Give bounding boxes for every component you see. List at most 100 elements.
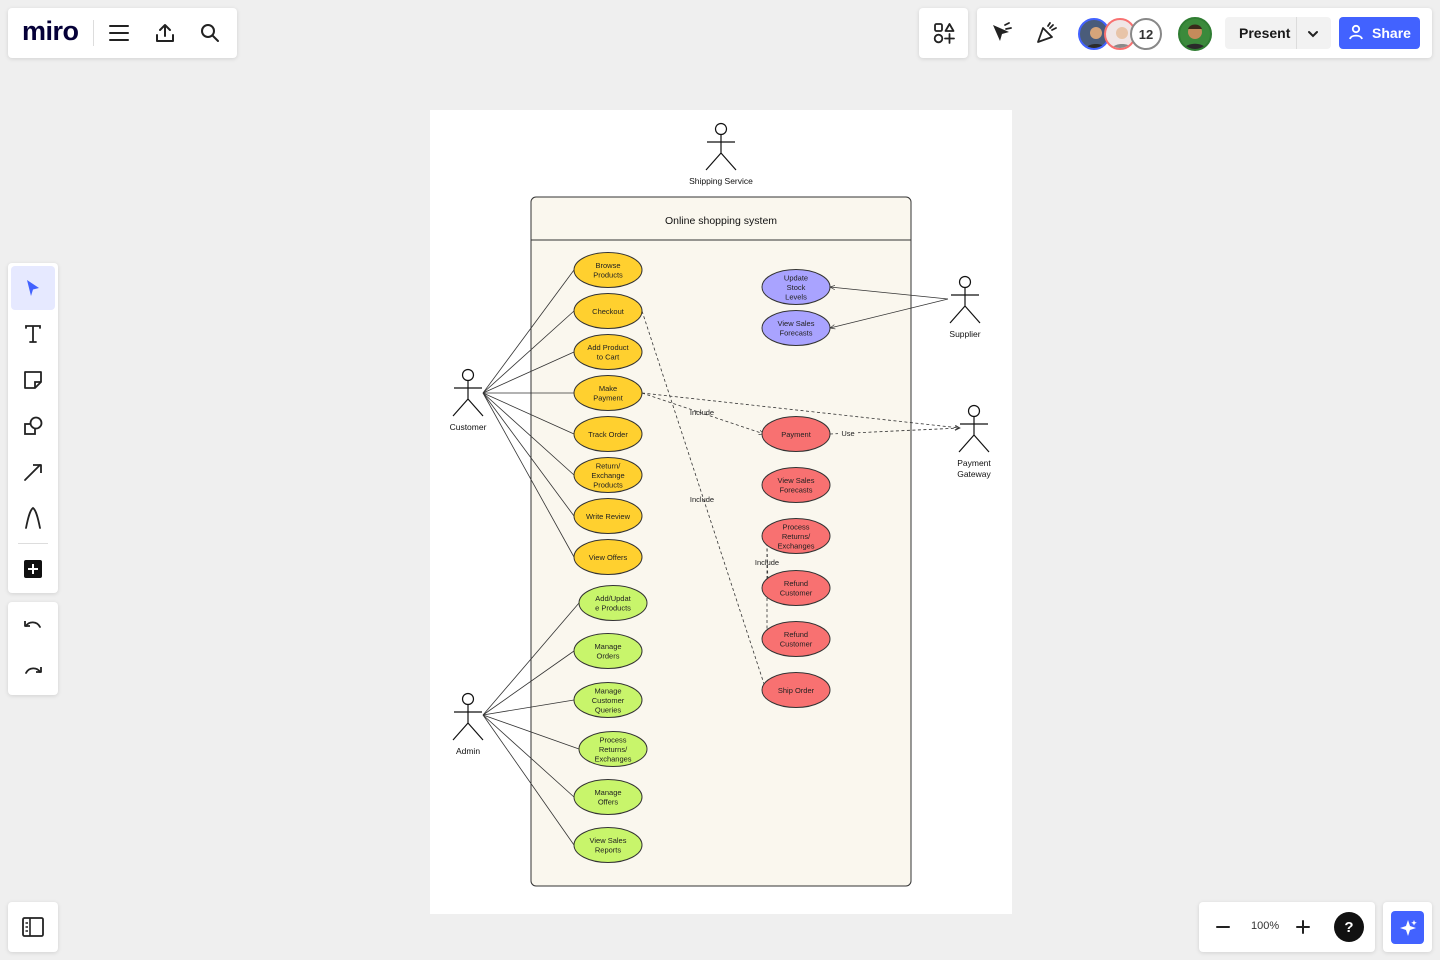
zoom-level[interactable]: 100% xyxy=(1251,920,1279,932)
current-user-avatar[interactable] xyxy=(1178,17,1212,51)
system-usecase[interactable]: RefundCustomer xyxy=(761,621,831,657)
use-case-diagram[interactable]: Online shopping system BrowseProductsChe… xyxy=(430,110,1012,914)
actor-admin[interactable]: Admin xyxy=(452,692,484,757)
sticky-note-tool[interactable] xyxy=(11,358,55,402)
actor-body xyxy=(949,287,981,324)
system-usecase[interactable]: RefundCustomer xyxy=(761,570,831,606)
usecase-label: Forecasts xyxy=(780,486,813,495)
customer-usecase[interactable]: Add Productto Cart xyxy=(573,334,643,370)
collaborator-count-badge[interactable]: 12 xyxy=(1130,18,1162,50)
usecase-label: Products xyxy=(593,480,623,489)
customer-usecase[interactable]: Track Order xyxy=(573,416,643,452)
help-label: ? xyxy=(1344,918,1354,936)
actor-head xyxy=(967,404,981,418)
actor-payment-gateway[interactable]: PaymentGateway xyxy=(957,404,992,480)
usecase-label: Exchanges xyxy=(594,754,631,763)
usecase-label: Orders xyxy=(597,652,620,661)
sidebar-icon[interactable] xyxy=(13,907,53,947)
chevron-down-icon[interactable] xyxy=(1307,27,1319,45)
usecase-label: Process xyxy=(782,522,809,531)
usecase-label: Exchange xyxy=(591,471,624,480)
usecase-label: Update xyxy=(784,273,808,282)
usecase-label: View Sales xyxy=(778,476,815,485)
text-tool[interactable] xyxy=(11,312,55,356)
supplier-usecase[interactable]: View SalesForecasts xyxy=(761,310,831,346)
admin-usecase[interactable]: ManageCustomerQueries xyxy=(573,682,643,718)
upload-icon[interactable] xyxy=(145,13,185,53)
actor-label: Gateway xyxy=(957,469,991,479)
customer-usecase[interactable]: Return/ExchangeProducts xyxy=(573,457,643,493)
usecase-label: Products xyxy=(593,271,623,280)
usecase-label: Stock xyxy=(787,283,806,292)
system-usecase[interactable]: Ship Order xyxy=(761,672,831,708)
diagram-frame[interactable]: Online shopping system Browse Products Che… xyxy=(430,110,1012,914)
actor-customer[interactable]: Customer xyxy=(450,368,487,433)
customer-usecase[interactable]: Checkout xyxy=(573,293,643,329)
customer-usecase[interactable]: MakePayment xyxy=(573,375,643,411)
admin-usecase[interactable]: ManageOrders xyxy=(573,633,643,669)
supplier-usecase[interactable]: UpdateStockLevels xyxy=(761,269,831,305)
pen-tool[interactable] xyxy=(11,496,55,540)
customer-usecase[interactable]: BrowseProducts xyxy=(573,252,643,288)
reaction-cursor-icon[interactable] xyxy=(981,13,1021,53)
zoom-in-icon[interactable] xyxy=(1283,907,1323,947)
system-usecase[interactable]: View SalesForecasts xyxy=(761,467,831,503)
share-label: Share xyxy=(1372,25,1411,41)
redo-icon[interactable] xyxy=(11,650,55,694)
miro-logo[interactable]: miro xyxy=(22,16,79,47)
usecase-label: Process xyxy=(599,735,626,744)
menu-icon[interactable] xyxy=(99,13,139,53)
actor-head xyxy=(461,692,475,706)
left-toolbar xyxy=(8,263,58,593)
actor-head xyxy=(714,122,728,136)
more-tools-icon[interactable] xyxy=(11,547,55,591)
actor-label: Payment xyxy=(957,458,991,468)
top-left-toolbar: miro xyxy=(8,8,237,58)
admin-usecase[interactable]: ManageOffers xyxy=(573,779,643,815)
usecase-label: Payment xyxy=(781,430,812,439)
connector-tool[interactable] xyxy=(11,450,55,494)
usecase-label: Write Review xyxy=(586,512,631,521)
celebrate-icon[interactable] xyxy=(1027,13,1067,53)
sparkle-icon[interactable] xyxy=(1391,911,1424,944)
system-usecase[interactable]: ProcessReturns/Exchanges xyxy=(761,518,831,554)
usecase-label: Ship Order xyxy=(778,686,815,695)
admin-usecase[interactable]: View SalesReports xyxy=(573,827,643,863)
relation-label: Include xyxy=(690,495,714,504)
actor-supplier[interactable]: Supplier xyxy=(949,275,981,340)
usecase-label: Customer xyxy=(780,589,813,598)
usecase-label: Returns/ xyxy=(599,745,628,754)
select-tool[interactable] xyxy=(11,266,55,310)
shapes-tool[interactable] xyxy=(11,404,55,448)
admin-usecase[interactable]: Add/Update Products xyxy=(578,585,648,621)
usecase-label: View Sales xyxy=(590,836,627,845)
usecase-label: Payment xyxy=(593,394,624,403)
usecase-label: Customer xyxy=(780,640,813,649)
help-button[interactable]: ? xyxy=(1334,912,1364,942)
present-button[interactable]: Present xyxy=(1225,17,1331,49)
zoom-out-icon[interactable] xyxy=(1203,907,1243,947)
actor-label: Customer xyxy=(450,422,487,432)
usecase-label: Manage xyxy=(594,788,621,797)
usecase-label: Browse xyxy=(595,261,620,270)
board-panel-toggle xyxy=(8,902,58,952)
customer-usecase[interactable]: Write Review xyxy=(573,498,643,534)
usecase-label: Exchanges xyxy=(777,541,814,550)
present-divider xyxy=(1296,17,1297,49)
customer-usecase[interactable]: View Offers xyxy=(573,539,643,575)
system-usecase[interactable]: Payment xyxy=(761,416,831,452)
usecase-label: e Products xyxy=(595,604,631,613)
actor-shipping-service[interactable]: Shipping Service xyxy=(689,122,753,187)
usecase-label: Customer xyxy=(592,696,625,705)
apps-icon[interactable] xyxy=(924,13,964,53)
actor-label: Shipping Service xyxy=(689,176,753,186)
relation-label: Include xyxy=(755,558,779,567)
ai-assist-panel xyxy=(1383,902,1432,952)
search-icon[interactable] xyxy=(190,13,230,53)
usecase-label: Levels xyxy=(785,292,807,301)
undo-icon[interactable] xyxy=(11,604,55,648)
present-label: Present xyxy=(1239,25,1291,41)
share-button[interactable]: Share xyxy=(1339,17,1420,49)
collaborators[interactable]: 12 xyxy=(1078,18,1168,50)
admin-usecase[interactable]: ProcessReturns/Exchanges xyxy=(578,731,648,767)
